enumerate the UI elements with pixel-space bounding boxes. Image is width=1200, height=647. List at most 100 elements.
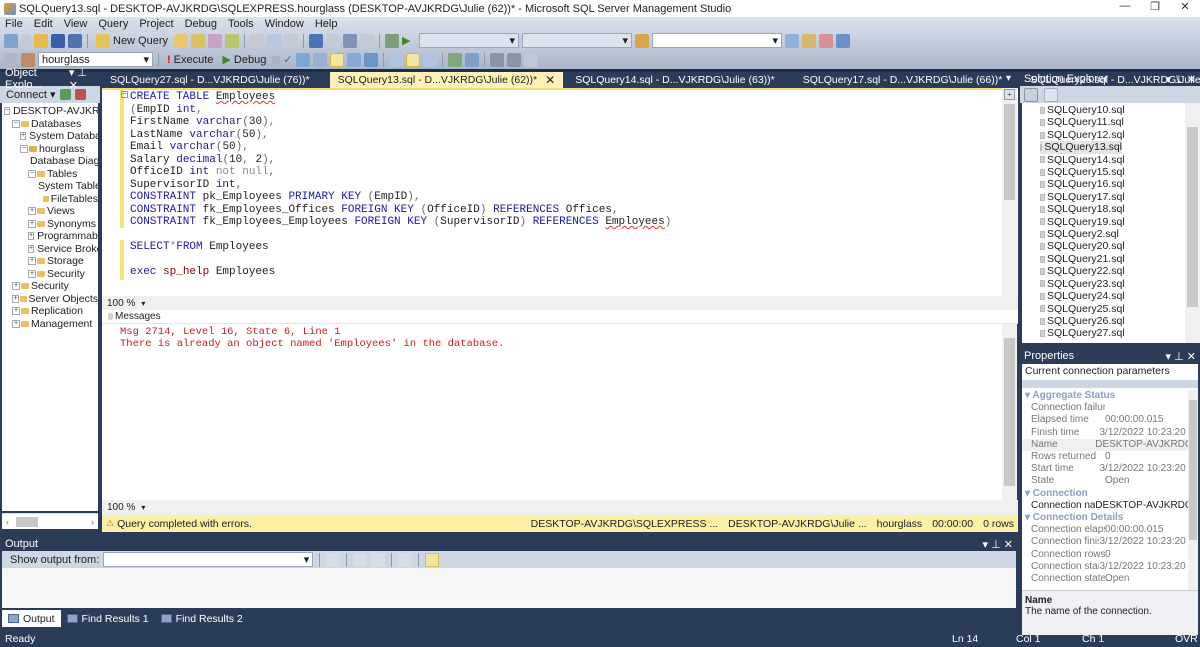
editor-vertical-scrollbar[interactable] — [1002, 88, 1017, 296]
solution-file-item[interactable]: SQLQuery27.sql — [1022, 327, 1200, 339]
tree-node[interactable]: − hourglass — [2, 143, 98, 156]
execute-button[interactable]: ! Execute — [164, 54, 216, 66]
expand-icon[interactable]: + — [28, 232, 35, 241]
solution-file-item[interactable]: SQLQuery22.sql — [1022, 265, 1200, 277]
tree-node[interactable]: System Tables — [2, 180, 98, 193]
properties-scrollbar[interactable] — [1188, 390, 1198, 590]
connect-button[interactable]: Connect ▾ — [6, 88, 56, 101]
menu-window[interactable]: Window — [265, 18, 304, 30]
pin-icon[interactable]: ⊥ — [1174, 351, 1184, 363]
tab-sqlquery27[interactable]: SQLQuery27.sql - D...VJKRDG\Julie (76))* — [102, 72, 318, 88]
tab-find-results-2[interactable]: Find Results 2 — [155, 610, 249, 627]
close-icon[interactable]: ✕ — [1187, 351, 1196, 363]
expand-icon[interactable]: + — [12, 319, 20, 328]
show-all-files-icon[interactable] — [1024, 87, 1038, 102]
menu-help[interactable]: Help — [315, 18, 338, 30]
solution-file-item[interactable]: SQLQuery20.sql — [1022, 240, 1200, 252]
panel-dropdown-icon[interactable]: ▾ — [1166, 351, 1172, 363]
tab-sqlquery14[interactable]: SQLQuery14.sql - D...VJKRDG\Julie (63))* — [567, 72, 783, 88]
cut-icon[interactable] — [250, 33, 265, 48]
show-output-dropdown[interactable]: ▾ — [103, 552, 314, 567]
query-designer-icon[interactable] — [312, 52, 327, 67]
restore-button[interactable]: ❐ — [1140, 0, 1170, 17]
property-row[interactable]: Elapsed time 00:00:00.015 — [1022, 414, 1188, 426]
mdx-query-icon[interactable] — [208, 33, 223, 48]
expand-icon[interactable]: + — [12, 282, 20, 291]
expand-icon[interactable]: + — [28, 269, 36, 278]
property-category[interactable]: ▾ Aggregate Status — [1022, 390, 1188, 402]
client-stats-icon[interactable] — [363, 52, 378, 67]
pin-icon[interactable]: ⊥ — [77, 67, 87, 79]
goto-location-icon[interactable] — [326, 552, 341, 567]
property-row[interactable]: Connection nameDESKTOP-AVJKRDG\S — [1022, 500, 1188, 512]
cancel-query-icon[interactable] — [272, 55, 281, 64]
tab-overflow-icon[interactable]: ▾ — [1006, 73, 1011, 84]
tree-node[interactable]: +Service Broker — [2, 243, 98, 256]
analysis-query-icon[interactable] — [191, 33, 206, 48]
close-icon[interactable]: ✕ — [1004, 539, 1013, 551]
tree-node[interactable]: + Management — [2, 318, 98, 331]
menu-view[interactable]: View — [64, 18, 88, 30]
expand-icon[interactable]: + — [28, 244, 35, 253]
minimize-button[interactable]: — — [1110, 0, 1140, 17]
menu-tools[interactable]: Tools — [228, 18, 254, 30]
platform-dropdown[interactable]: ▾ — [522, 33, 633, 48]
start-debug-icon[interactable]: ▶ — [402, 34, 416, 48]
panel-dropdown-icon[interactable]: ▾ — [983, 539, 989, 551]
expand-icon[interactable]: + — [28, 257, 36, 266]
change-connection-icon[interactable] — [21, 52, 35, 67]
property-row[interactable]: State Open — [1022, 475, 1188, 487]
solution-file-item[interactable]: SQLQuery23.sql — [1022, 278, 1200, 290]
solution-file-item[interactable]: SQLQuery24.sql — [1022, 290, 1200, 302]
solution-file-item[interactable]: SQLQuery15.sql — [1022, 166, 1200, 178]
disconnect-icon[interactable] — [74, 89, 86, 100]
add-item-icon[interactable] — [21, 33, 31, 48]
solution-file-item[interactable]: SQLQuery14.sql — [1022, 154, 1200, 166]
menu-query[interactable]: Query — [98, 18, 128, 30]
find-icon[interactable] — [635, 33, 650, 48]
clear-all-icon[interactable] — [398, 552, 413, 567]
sql-editor[interactable]: − CREATE TABLE Employees (EmpID int, FirstN… — [102, 88, 1018, 296]
expand-icon[interactable]: + — [20, 132, 27, 141]
tree-node[interactable]: Database Diagra — [2, 155, 98, 168]
tree-node[interactable]: −DESKTOP-AVJKRDG\S — [2, 105, 98, 118]
window-icon[interactable] — [836, 33, 851, 48]
property-category[interactable]: ▾ Connection — [1022, 488, 1188, 500]
property-row[interactable]: Rows returned 0 — [1022, 451, 1188, 463]
tree-node[interactable]: + Synonyms — [2, 218, 98, 231]
solution-file-item[interactable]: SQLQuery2.sql — [1022, 228, 1200, 240]
word-wrap-icon[interactable] — [425, 552, 440, 567]
toolbox-tools-icon[interactable] — [819, 33, 834, 48]
tree-node[interactable]: + Storage — [2, 255, 98, 268]
tree-node[interactable]: + Views — [2, 205, 98, 218]
code-text[interactable]: − CREATE TABLE Employees (EmpID int, FirstN… — [121, 91, 671, 279]
specify-values-icon[interactable] — [523, 52, 538, 67]
collapse-icon[interactable]: − — [12, 119, 20, 128]
tree-node[interactable]: + Replication — [2, 305, 98, 318]
tree-node[interactable]: + Security — [2, 268, 98, 281]
undo-icon[interactable] — [309, 33, 324, 48]
solution-file-item[interactable]: SQLQuery16.sql — [1022, 178, 1200, 190]
solution-file-item[interactable]: SQLQuery11.sql — [1022, 116, 1200, 128]
tab-find-results-1[interactable]: Find Results 1 — [61, 610, 155, 627]
tab-output[interactable]: Output — [2, 610, 61, 627]
tree-node[interactable]: + Server Objects — [2, 293, 98, 306]
redo-icon[interactable] — [326, 33, 341, 48]
collapse-icon[interactable]: − — [20, 144, 28, 153]
collapse-icon[interactable]: − — [4, 107, 11, 116]
results-to-text-icon[interactable] — [388, 52, 403, 67]
paste-icon[interactable] — [284, 33, 299, 48]
property-row[interactable]: Connection failures — [1022, 402, 1188, 414]
save-all-icon[interactable] — [68, 33, 82, 48]
connect-server-icon[interactable] — [59, 89, 71, 100]
properties-object-selector[interactable]: Current connection parameters — [1022, 364, 1198, 378]
db-engine-query-icon[interactable] — [174, 33, 189, 48]
property-row[interactable]: Connection finish ti3/12/2022 10:23:20 P — [1022, 536, 1188, 548]
output-text-area[interactable] — [2, 568, 1016, 608]
solution-config-dropdown[interactable]: ▾ — [419, 33, 520, 48]
editor-zoom-dropdown[interactable]: 100 % — [107, 298, 135, 309]
increase-indent-icon[interactable] — [506, 52, 521, 67]
results-to-grid-icon[interactable] — [405, 52, 420, 67]
solution-file-item[interactable]: SQLQuery10.sql — [1022, 104, 1200, 116]
close-window-button[interactable]: ✕ — [1170, 0, 1200, 17]
